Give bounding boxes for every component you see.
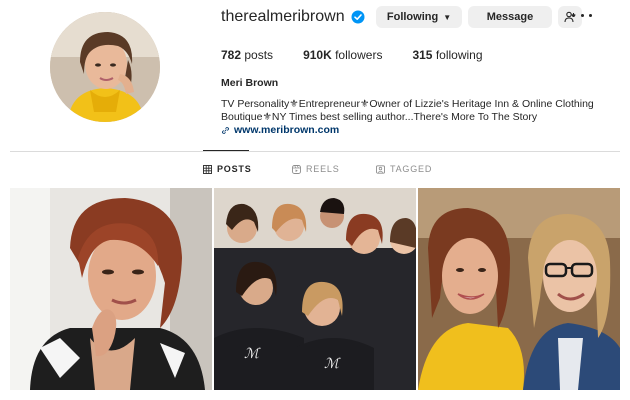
username-row: therealmeribrown (221, 6, 365, 28)
link-icon (221, 126, 230, 134)
profile-avatar[interactable] (50, 12, 160, 122)
following-button[interactable]: Following ▼ (376, 6, 462, 28)
message-button[interactable]: Message (468, 6, 552, 28)
more-options-icon[interactable] (572, 8, 592, 22)
posts-count: 782 (221, 48, 242, 62)
post-image: ℳ ℳ (214, 188, 416, 390)
tab-label: TAGGED (390, 164, 433, 174)
followers-label: followers (335, 48, 383, 62)
post-thumbnail[interactable]: ℳ ℳ (214, 188, 416, 390)
bio-line: TV Personality⚜Entrepreneur⚜Owner of Liz… (221, 98, 594, 110)
tab-label: POSTS (217, 164, 252, 174)
following-label: following (435, 48, 483, 62)
svg-text:ℳ: ℳ (244, 346, 261, 362)
active-tab-indicator (203, 150, 249, 151)
followers-count: 910K (303, 48, 332, 62)
chevron-down-icon: ▼ (443, 12, 452, 22)
post-image (418, 188, 620, 390)
following-button-label: Following (386, 11, 439, 23)
tab-reels[interactable]: REELS (292, 164, 340, 174)
post-thumbnail[interactable] (418, 188, 620, 390)
website-url: www.meribrown.com (234, 124, 340, 136)
followers-stat[interactable]: 910K followers (303, 48, 382, 62)
posts-label: posts (244, 48, 274, 62)
verified-badge-icon (351, 10, 365, 24)
tagged-icon (376, 164, 385, 174)
following-count: 315 (412, 48, 433, 62)
reels-icon (292, 164, 301, 174)
bio-text: TV Personality⚜Entrepreneur⚜Owner of Liz… (221, 98, 621, 124)
post-thumbnail[interactable] (10, 188, 212, 390)
tabs-divider (10, 151, 620, 152)
bio-line: Boutique⚜NY Times best selling author...… (221, 111, 538, 123)
website-link[interactable]: www.meribrown.com (221, 124, 339, 136)
avatar-image (50, 12, 160, 122)
full-name: Meri Brown (221, 77, 279, 89)
posts-stat: 782 posts (221, 48, 273, 62)
grid-icon (203, 164, 212, 174)
tab-tagged[interactable]: TAGGED (376, 164, 432, 174)
post-image (10, 188, 212, 390)
profile-stats: 782 posts 910K followers 315 following (221, 48, 513, 62)
username: therealmeribrown (221, 8, 345, 25)
message-button-label: Message (486, 11, 534, 23)
tab-posts[interactable]: POSTS (203, 164, 252, 174)
svg-text:ℳ: ℳ (324, 356, 341, 372)
tab-label: REELS (306, 164, 340, 174)
following-stat[interactable]: 315 following (412, 48, 482, 62)
